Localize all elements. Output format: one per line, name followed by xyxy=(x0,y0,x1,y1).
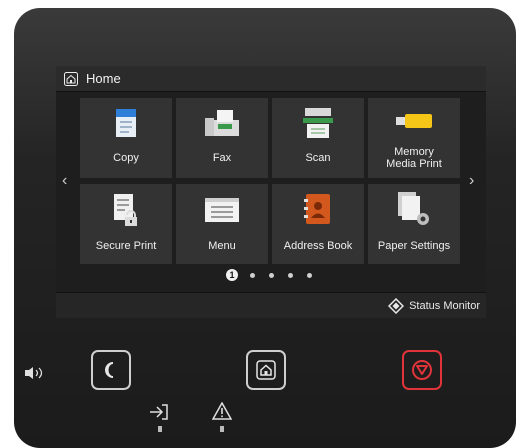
stop-icon xyxy=(412,360,432,380)
data-arrow-icon xyxy=(150,404,168,420)
page-dot-current[interactable]: 1 xyxy=(226,269,238,281)
scan-icon xyxy=(303,108,333,138)
speaker-icon[interactable] xyxy=(24,366,46,380)
page-dot[interactable] xyxy=(250,273,255,278)
page-dot[interactable] xyxy=(269,273,274,278)
tile-label: Scan xyxy=(305,152,331,164)
status-bar: Status Monitor xyxy=(56,292,486,318)
paper-settings-icon xyxy=(398,192,429,225)
page-dot[interactable] xyxy=(288,273,293,278)
copy-icon xyxy=(116,109,136,137)
moon-icon xyxy=(105,362,114,378)
tile-label: Copy xyxy=(113,152,139,164)
tile-label: Paper Settings xyxy=(377,240,451,252)
home-icon xyxy=(64,71,78,86)
tile-label: Address Book xyxy=(283,240,353,252)
tile-label: Menu xyxy=(208,240,236,252)
energy-saver-button[interactable] xyxy=(91,350,131,390)
hardware-home-button[interactable] xyxy=(246,350,286,390)
tile-paper-settings[interactable]: Paper Settings xyxy=(368,184,460,264)
tile-secure-print[interactable]: Secure Print xyxy=(80,184,172,264)
memory-media-icon xyxy=(396,114,432,128)
status-monitor-icon xyxy=(388,298,405,314)
tile-address-book[interactable]: Address Book xyxy=(272,184,364,264)
screen-header: Home xyxy=(56,66,486,92)
home-icon xyxy=(256,360,276,380)
page-dot[interactable] xyxy=(307,273,312,278)
data-led xyxy=(158,426,162,432)
secure-print-icon xyxy=(114,194,137,226)
status-monitor-button[interactable]: Status Monitor xyxy=(388,297,480,315)
touch-screen: Home ‹ › Copy Fax Scan Memory Media Prin… xyxy=(56,66,486,318)
menu-icon xyxy=(205,198,239,222)
tile-scan[interactable]: Scan xyxy=(272,98,364,178)
tile-copy[interactable]: Copy xyxy=(80,98,172,178)
tile-label: Secure Print xyxy=(95,240,157,252)
stop-button[interactable] xyxy=(402,350,442,390)
address-book-icon xyxy=(304,194,330,224)
app-grid: Copy Fax Scan Memory Media Print Secure … xyxy=(80,98,462,264)
warning-icon xyxy=(212,402,232,420)
tile-label: Fax xyxy=(212,152,232,164)
tile-menu[interactable]: Menu xyxy=(176,184,268,264)
page-title: Home xyxy=(86,71,121,86)
next-page-arrow[interactable]: › xyxy=(469,172,474,190)
tile-memory-media-print[interactable]: Memory Media Print xyxy=(368,98,460,178)
tile-label: Memory Media Print xyxy=(386,146,442,170)
status-monitor-label: Status Monitor xyxy=(409,300,480,312)
fax-icon xyxy=(205,110,239,136)
prev-page-arrow[interactable]: ‹ xyxy=(62,172,67,190)
error-led xyxy=(220,426,224,432)
tile-fax[interactable]: Fax xyxy=(176,98,268,178)
page-indicator: 1 xyxy=(56,269,486,283)
